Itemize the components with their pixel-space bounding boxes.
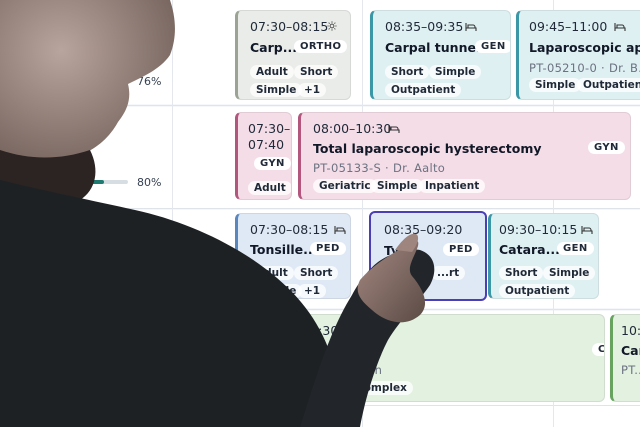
- specialty-badge: GEN: [475, 40, 510, 53]
- case-time: 07:35–10:30: [260, 323, 339, 338]
- case-time: 09:45–11:00: [529, 19, 608, 34]
- case-card[interactable]: 08:00–10:30 Total laparoscopic hysterect…: [298, 112, 631, 200]
- case-time: 10:...: [621, 323, 640, 338]
- specialty-badge: GYN: [588, 141, 625, 154]
- case-card[interactable]: 08:35–09:35 Carpal tunne... GEN Short Si…: [370, 10, 511, 100]
- patient-meta: PT-05133-S · Dr. Aalto: [313, 161, 446, 175]
- case-tag: Simple: [429, 65, 482, 79]
- case-tag: Geriatric: [313, 179, 377, 193]
- case-tag: +1: [298, 83, 327, 97]
- case-tag: Simple: [250, 284, 303, 298]
- case-tag: Short: [294, 266, 339, 280]
- row-divider: [0, 105, 640, 106]
- case-card[interactable]: 09:45–11:00 Laparoscopic app... PT-05210…: [516, 10, 640, 100]
- patient-meta: PT-05210-0 · Dr. B...: [529, 61, 640, 75]
- specialty-badge: CT: [592, 343, 604, 356]
- patient-meta: ...877-T · Dr. Hassan: [260, 363, 383, 377]
- utilization-bar-fill: [10, 180, 105, 184]
- room-specialty: Paediatric: [12, 238, 64, 250]
- case-time: 09:30–10:15: [499, 222, 578, 237]
- case-tag: Short: [385, 65, 430, 79]
- case-tag: Short: [499, 266, 544, 280]
- case-time: 08:00–10:30: [313, 121, 392, 136]
- case-tag: Outpatient: [577, 78, 640, 92]
- case-time: 07:30–: [248, 121, 291, 136]
- case-title: Carp...: [250, 40, 297, 55]
- case-time: 08:35–09:20: [384, 222, 463, 237]
- case-tag: Adult: [250, 65, 294, 79]
- case-card[interactable]: 07:30–08:15 Carp... ORTHO Adult Short Si…: [235, 10, 351, 100]
- sun-icon: [327, 21, 337, 31]
- case-tag: Inpatient: [419, 179, 486, 193]
- case-tag: Simple: [250, 83, 303, 97]
- grid-line: [172, 0, 173, 427]
- case-time: 07:40: [248, 137, 285, 152]
- case-tag: Outpatient: [385, 83, 462, 97]
- room-specialty: ...ecology: [12, 155, 63, 167]
- case-tag: Simple: [543, 266, 596, 280]
- patient-meta: PT...: [621, 363, 640, 377]
- row-divider: [0, 309, 640, 310]
- case-tag: Short: [294, 65, 339, 79]
- row-divider: [0, 208, 640, 209]
- room-utilization: 76%: [137, 75, 162, 88]
- bed-icon: [338, 327, 350, 335]
- case-time: 07:30–08:15: [250, 222, 329, 237]
- case-tag: Simple: [529, 78, 582, 92]
- utilization-bar: [10, 180, 128, 184]
- room-name[interactable]: OR-6: [12, 221, 48, 236]
- case-title: Tonsille...: [250, 242, 318, 257]
- case-tag: Long: [310, 381, 351, 395]
- case-card[interactable]: 09:30–10:15 Catara... GEN Short Simple O…: [488, 213, 599, 299]
- case-card[interactable]: 07:30– 07:40 GYN Adult: [235, 112, 292, 200]
- specialty-badge: GYN: [254, 157, 291, 170]
- specialty-badge: GEN: [557, 242, 594, 255]
- bed-icon: [581, 226, 593, 234]
- case-card[interactable]: 07:30–08:15 Tonsille... PED Adult Short …: [235, 213, 351, 299]
- case-tag: Adult: [248, 181, 291, 195]
- case-tag: Simple: [371, 179, 424, 193]
- case-tag: Adult: [250, 266, 294, 280]
- case-tag: +1: [298, 284, 327, 298]
- case-title: Catara...: [499, 242, 560, 257]
- bed-icon: [465, 23, 477, 31]
- case-card-selected[interactable]: 08:35–09:20 Ty... PED ...rt: [369, 211, 487, 301]
- case-tag: Outpatient: [499, 284, 576, 298]
- case-tag: ...rt: [431, 266, 466, 280]
- case-time: 07:30–08:15: [250, 19, 329, 34]
- case-title: Total laparoscopic hysterectomy: [313, 141, 542, 156]
- bed-icon: [388, 125, 400, 133]
- room-utilization: ...%: [140, 276, 161, 289]
- schedule-board: 76% ...ecology 80% OR-6 Paediatric ENT /…: [0, 0, 640, 427]
- case-card[interactable]: 10:... Car... PT...: [610, 314, 640, 402]
- case-title: Car...: [621, 343, 640, 358]
- bed-icon: [334, 226, 346, 234]
- row-divider: [0, 405, 640, 406]
- case-tag: Complex: [350, 381, 413, 395]
- bed-icon: [614, 23, 626, 31]
- case-time: 08:35–09:35: [385, 19, 464, 34]
- case-card[interactable]: 07:35–10:30 ...ump CABG ×2 CT ...877-T ·…: [235, 314, 605, 402]
- case-title: Laparoscopic app...: [529, 40, 640, 55]
- case-title: ...ump CABG ×2: [260, 343, 372, 358]
- specialty-badge: PED: [310, 242, 346, 255]
- case-title: Ty...: [384, 243, 413, 258]
- specialty-badge: ORTHO: [294, 40, 348, 53]
- room-department: ENT / Paeds: [12, 256, 75, 268]
- specialty-badge: PED: [443, 243, 479, 256]
- room-utilization: 80%: [137, 176, 162, 189]
